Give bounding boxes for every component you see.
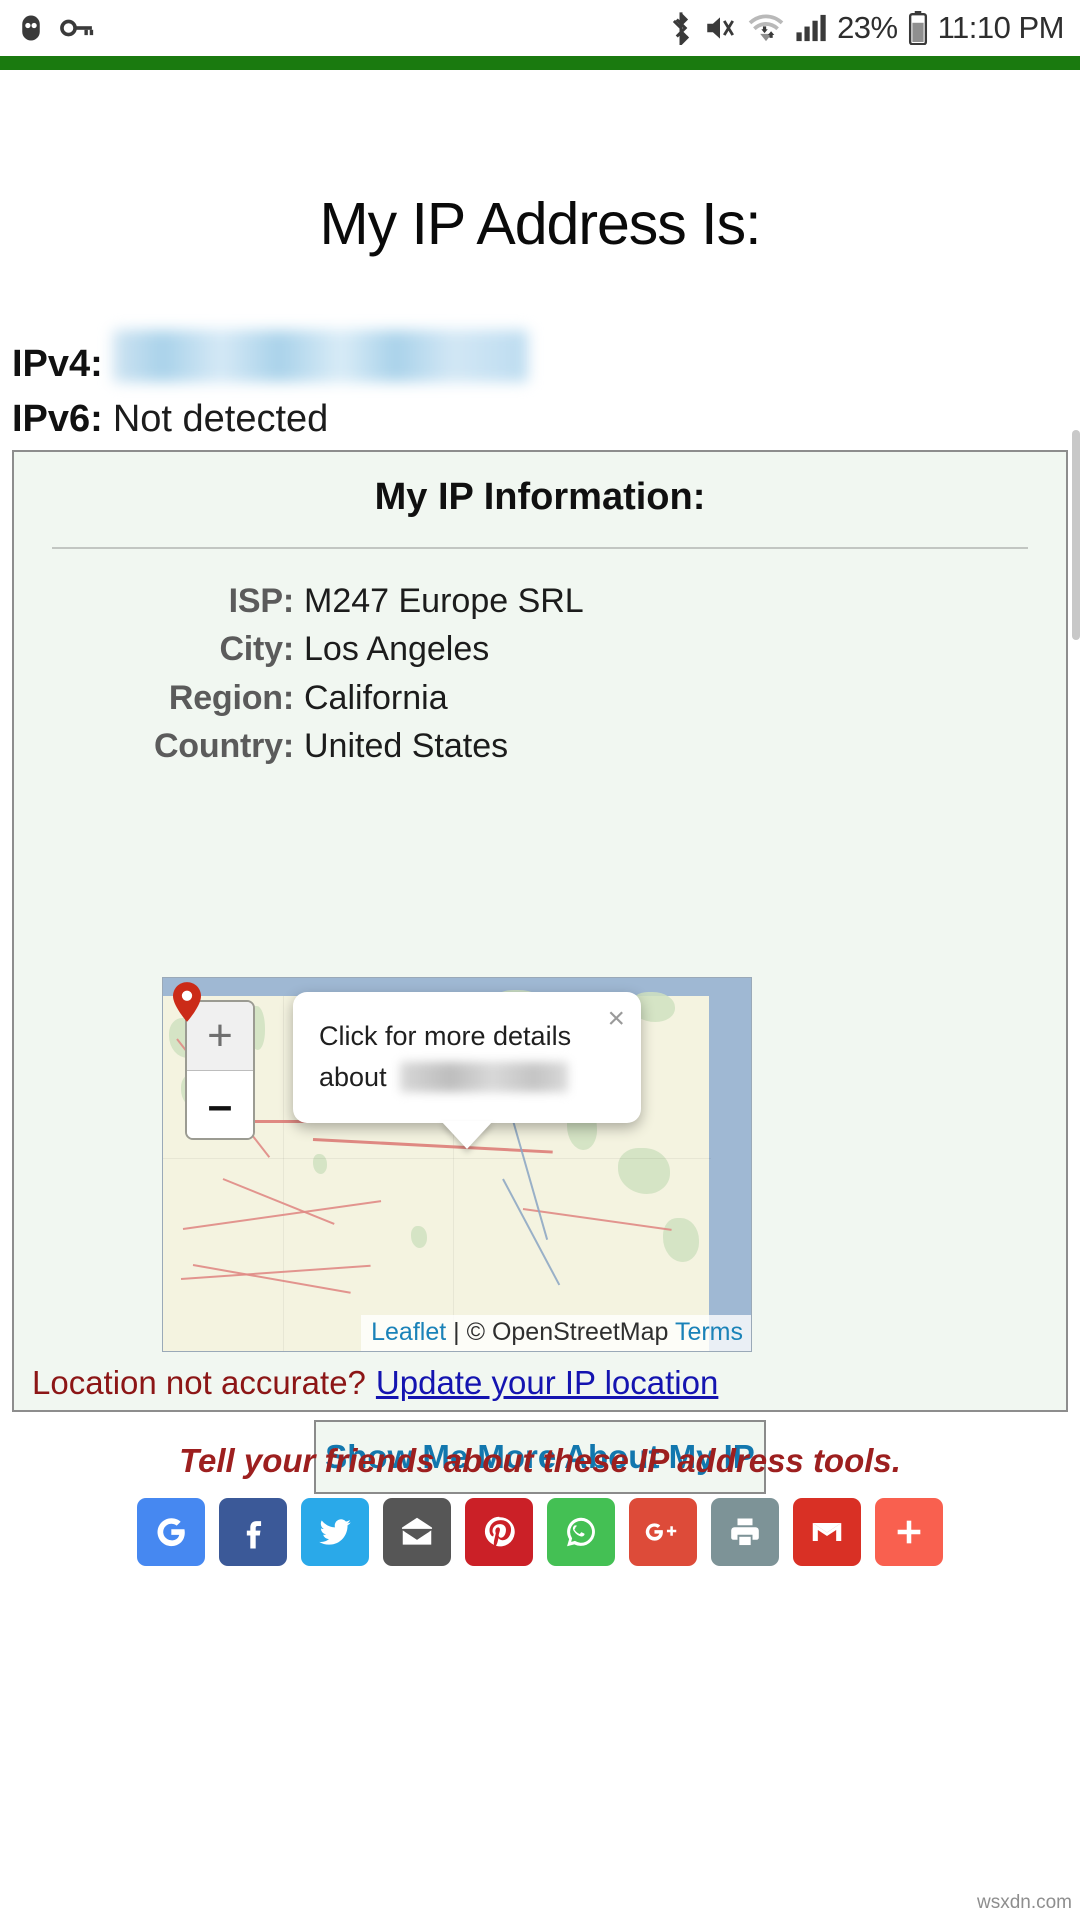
cellular-signal-icon [795,13,827,43]
isp-label: ISP: [228,582,295,620]
mute-vibrate-icon [703,12,737,44]
panel-divider [52,547,1028,549]
share-tagline: Tell your friends about these IP address… [179,1442,901,1479]
map-water-right [709,978,751,1351]
status-bar-left [16,13,94,43]
map-popup[interactable]: × Click for more details about [293,992,641,1149]
ip-facts-list: ISP: M247 Europe SRL City: Los Angeles R… [14,577,1066,770]
country-value: United States [304,726,509,765]
ipv4-label: IPv4: [12,343,103,385]
screen-root: 23% 11:10 PM My IP Address Is: IPv4: IPv… [0,0,1080,1920]
leaflet-link[interactable]: Leaflet [371,1318,446,1346]
green-accent-bar [0,56,1080,70]
fact-row-country: Country: United States [14,722,1066,770]
page-title: My IP Address Is: [319,191,762,257]
country-label: Country: [153,726,294,765]
twitter-share-button[interactable] [301,1498,369,1566]
ip-location-map[interactable]: + – × Click for more details about Leafl… [162,977,752,1352]
map-popup-line2-row: about [319,1057,615,1098]
isp-value: M247 Europe SRL [304,582,584,620]
page-content: My IP Address Is: IPv4: IPv6: Not detect… [0,70,1080,1920]
fact-row-city: City: Los Angeles [14,625,1066,673]
map-vegetation-10 [411,1226,427,1248]
email-share-button[interactable] [383,1498,451,1566]
not-accurate-text: Location not accurate? [32,1364,366,1401]
googleplus-share-button[interactable] [629,1498,697,1566]
ipv6-label: IPv6: [12,398,103,440]
map-grid-h1 [163,1158,711,1159]
battery-icon [908,11,928,45]
gmail-share-button[interactable] [793,1498,861,1566]
ipv4-row: IPv4: [0,324,1080,386]
ipv4-value-redacted [112,330,528,382]
panel-heading: My IP Information: [374,476,706,518]
map-marker-icon [173,982,201,1022]
city-value: Los Angeles [304,630,490,669]
key-icon [60,13,94,43]
map-vegetation-9 [663,1218,699,1262]
print-share-button[interactable] [711,1498,779,1566]
map-popup-pointer [441,1121,493,1149]
map-vegetation-11 [313,1154,327,1174]
bluetooth-icon [669,11,693,45]
fact-row-region: Region: California [14,674,1066,722]
region-value: California [304,678,448,717]
status-bar: 23% 11:10 PM [0,0,1080,56]
pinterest-share-button[interactable] [465,1498,533,1566]
map-popup-close-icon[interactable]: × [607,1002,625,1036]
attribution-separator: | [446,1318,467,1346]
page-scrollbar[interactable] [1072,430,1080,640]
site-watermark: wsxdn.com [976,1892,1072,1913]
city-label: City: [219,630,294,669]
status-bar-clock: 11:10 PM [937,10,1065,45]
map-grid-v1 [283,996,284,1351]
osm-credit: © OpenStreetMap [466,1318,669,1346]
notification-face-icon [16,13,46,43]
whatsapp-share-button[interactable] [547,1498,615,1566]
share-buttons-row [0,1498,1080,1566]
fact-row-isp: ISP: M247 Europe SRL [14,577,1066,625]
map-attribution: Leaflet | © OpenStreetMap Terms [361,1315,751,1351]
map-popup-line1: Click for more details [319,1021,572,1051]
map-zoom-out-button[interactable]: – [187,1071,253,1138]
ip-information-panel: My IP Information: ISP: M247 Europe SRL … [12,450,1068,1494]
status-bar-right: 23% 11:10 PM [669,10,1065,46]
map-popup-ip-redacted [400,1061,569,1092]
wifi-icon [747,12,785,44]
region-label: Region: [168,678,294,717]
update-ip-location-link[interactable]: Update your IP location [376,1364,718,1401]
ipv6-value: Not detected [112,398,329,440]
location-accuracy-prompt: Location not accurate? Update your IP loc… [32,1364,718,1402]
google-share-button[interactable] [137,1498,205,1566]
map-popup-line2: about [319,1061,387,1092]
facebook-share-button[interactable] [219,1498,287,1566]
more-share-button[interactable] [875,1498,943,1566]
terms-link[interactable]: Terms [675,1318,743,1346]
battery-percent: 23% [837,10,898,45]
ipv6-row: IPv6: Not detected [0,398,1080,441]
